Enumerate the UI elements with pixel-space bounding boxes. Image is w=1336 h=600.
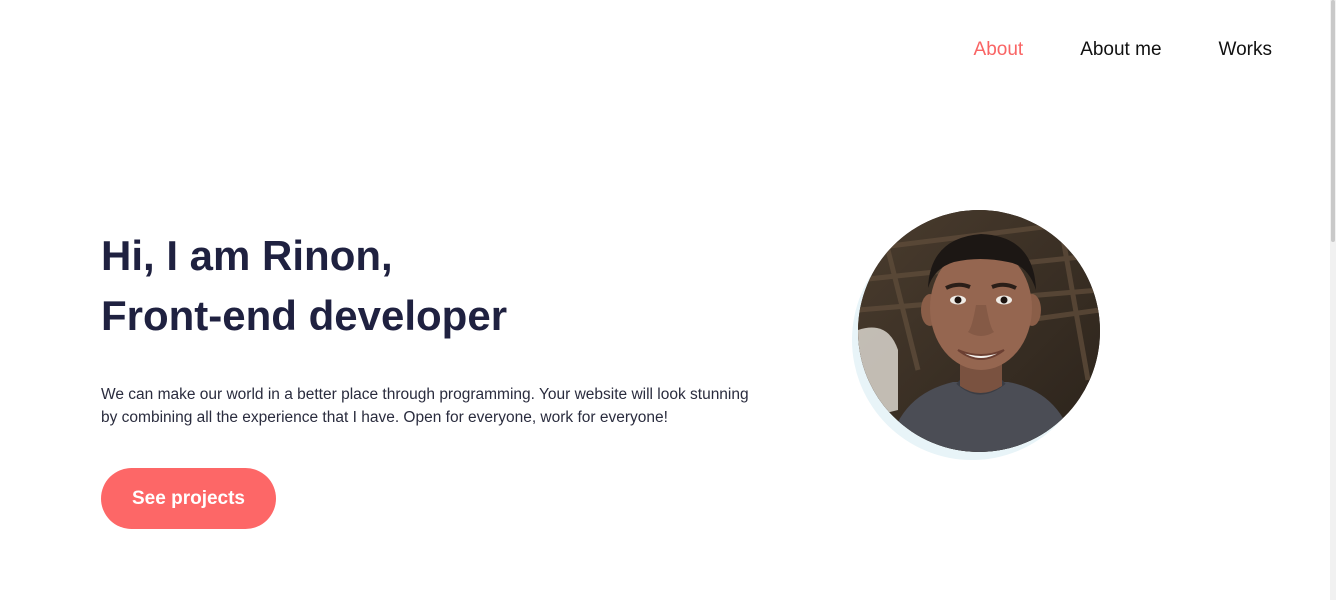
profile-photo — [858, 210, 1100, 452]
scrollbar-thumb[interactable] — [1331, 0, 1335, 242]
top-nav: About About me Works — [974, 36, 1272, 64]
nav-link-about[interactable]: About — [974, 36, 1024, 64]
headline-line-2: Front-end developer — [101, 292, 508, 339]
profile-photo-container — [852, 208, 1102, 464]
hero-intro-text: We can make our world in a better place … — [101, 386, 749, 426]
headline-line-1: Hi, I am Rinon, — [101, 232, 393, 279]
person-photo-icon — [858, 210, 1100, 452]
see-projects-button[interactable]: See projects — [101, 468, 276, 529]
nav-link-works[interactable]: Works — [1219, 36, 1272, 64]
hero-headline: Hi, I am Rinon, Front-end developer — [101, 226, 507, 346]
vertical-scrollbar[interactable] — [1330, 0, 1336, 600]
nav-link-about-me[interactable]: About me — [1080, 36, 1161, 64]
page: About About me Works Hi, I am Rinon, Fro… — [0, 0, 1336, 600]
